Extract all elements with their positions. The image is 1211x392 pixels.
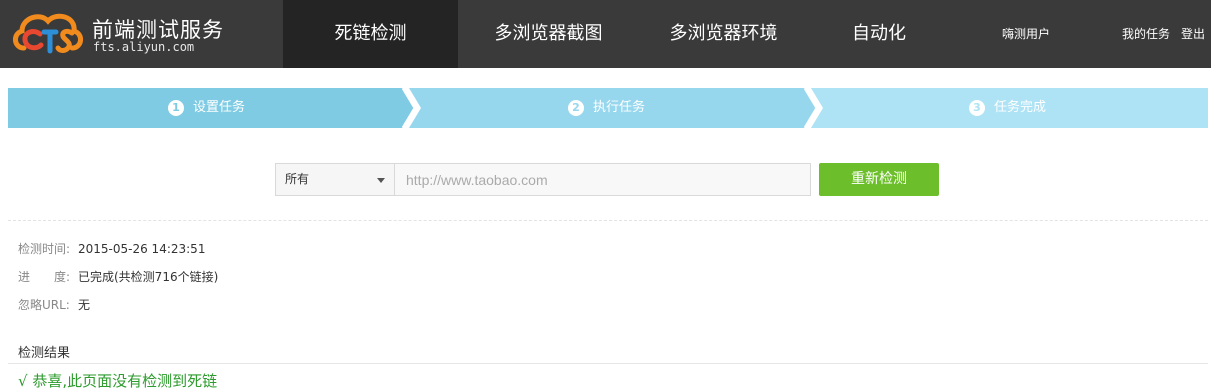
progress-row: 进 度: 已完成(共检测716个链接) <box>18 268 218 285</box>
nav-item-multi-browser-env[interactable]: 多浏览器环境 <box>636 0 811 68</box>
brand-subtitle: fts.aliyun.com <box>93 40 195 54</box>
url-input[interactable] <box>394 163 811 196</box>
nav-item-dead-link-check[interactable]: 死链检测 <box>283 0 458 68</box>
ignore-url-row: 忽略URL: 无 <box>18 296 90 313</box>
step-3: 3 任务完成 <box>969 88 1046 128</box>
scope-select[interactable]: 所有 <box>275 163 395 196</box>
ignore-url-label: 忽略URL: <box>18 298 70 312</box>
result-divider <box>8 363 1208 364</box>
logout-link[interactable]: 登出 <box>1181 0 1205 68</box>
top-header: 前端测试服务 fts.aliyun.com 死链检测 多浏览器截图 多浏览器环境… <box>0 0 1211 68</box>
nav-item-multi-browser-screenshot[interactable]: 多浏览器截图 <box>461 0 636 68</box>
step-1-number: 1 <box>168 100 184 116</box>
check-time-value: 2015-05-26 14:23:51 <box>78 242 206 256</box>
my-tasks-link[interactable]: 我的任务 <box>1122 0 1170 68</box>
recheck-button[interactable]: 重新检测 <box>819 163 939 196</box>
cloud-logo-icon[interactable] <box>10 8 86 58</box>
nav-item-automation[interactable]: 自动化 <box>811 0 947 68</box>
result-title: 检测结果 <box>18 346 71 361</box>
step-2-label: 执行任务 <box>593 100 646 115</box>
ignore-url-value: 无 <box>78 298 91 312</box>
result-message: √ 恭喜,此页面没有检测到死链 <box>18 372 218 390</box>
step-3-label: 任务完成 <box>994 100 1047 115</box>
step-1-label: 设置任务 <box>193 100 246 115</box>
step-progress-bar: 1 设置任务 2 执行任务 3 任务完成 <box>8 88 1208 128</box>
step-3-number: 3 <box>969 100 985 116</box>
user-name-link[interactable]: 嗨测用户 <box>1002 0 1050 68</box>
step-2: 2 执行任务 <box>568 88 645 128</box>
check-time-label: 检测时间: <box>18 242 71 256</box>
progress-value: 已完成(共检测716个链接) <box>78 270 219 284</box>
step-2-number: 2 <box>568 100 584 116</box>
check-time-row: 检测时间: 2015-05-26 14:23:51 <box>18 240 205 257</box>
scope-select-value: 所有 <box>285 172 310 186</box>
section-divider <box>8 220 1208 221</box>
progress-label: 进 度: <box>18 270 71 284</box>
chevron-down-icon <box>377 178 385 183</box>
step-1: 1 设置任务 <box>168 88 245 128</box>
